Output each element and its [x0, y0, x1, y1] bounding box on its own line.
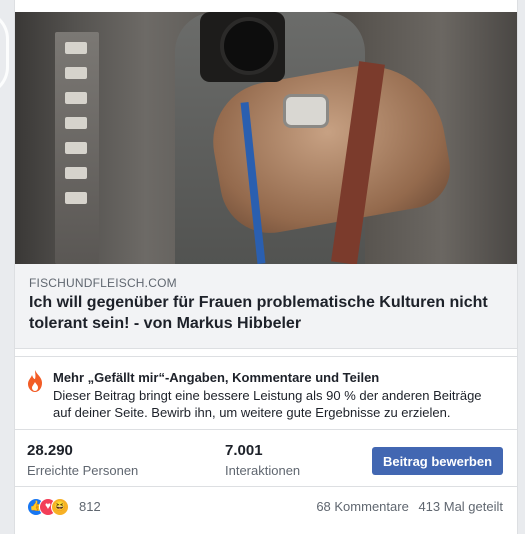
promo-body: Dieser Beitrag bringt eine bessere Leist…: [53, 388, 482, 420]
wristwatch: [283, 94, 329, 128]
elevator-button: [65, 42, 87, 54]
reach-label: Erreichte Personen: [27, 463, 139, 478]
fire-icon: [25, 369, 45, 393]
boost-recommendation: Mehr „Gefällt mir“-Angaben, Kommentare u…: [15, 356, 517, 430]
elevator-button: [65, 92, 87, 104]
interactions-label: Interaktionen: [225, 463, 301, 478]
promo-heading: Mehr „Gefällt mir“-Angaben, Kommentare u…: [53, 370, 380, 385]
interactions-stat: 7.001 Interaktionen: [225, 442, 300, 478]
boost-post-button[interactable]: Beitrag bewerben: [372, 447, 503, 475]
comment-count[interactable]: 68 Kommentare: [316, 499, 409, 514]
elevator-button: [65, 67, 87, 79]
link-preview-image[interactable]: [15, 12, 517, 264]
post-card: FISCHUNDFLEISCH.COM Ich will gegenüber f…: [14, 0, 518, 534]
reaction-count[interactable]: 812: [79, 499, 101, 514]
elevator-button: [65, 192, 87, 204]
elevator-button: [65, 117, 87, 129]
engagement-counts: 68 Kommentare 413 Mal geteilt: [310, 499, 503, 514]
share-count[interactable]: 413 Mal geteilt: [418, 499, 503, 514]
camera-lens: [220, 17, 278, 75]
link-title[interactable]: Ich will gegenüber für Frauen problemati…: [29, 292, 507, 334]
reach-value: 28.290: [27, 442, 73, 459]
interactions-value: 7.001: [225, 442, 263, 459]
haha-icon: 😆: [51, 498, 69, 516]
reactions-bar: 👍 ♥ 😆 812 68 Kommentare 413 Mal geteilt: [15, 486, 517, 534]
elevator-button: [65, 167, 87, 179]
link-source: FISCHUNDFLEISCH.COM: [29, 276, 177, 290]
decorative-curve: [0, 10, 9, 96]
reach-stat: 28.290 Erreichte Personen: [27, 442, 138, 478]
elevator-button: [65, 142, 87, 154]
page-background: [0, 0, 14, 534]
reaction-icons[interactable]: 👍 ♥ 😆: [27, 498, 77, 516]
